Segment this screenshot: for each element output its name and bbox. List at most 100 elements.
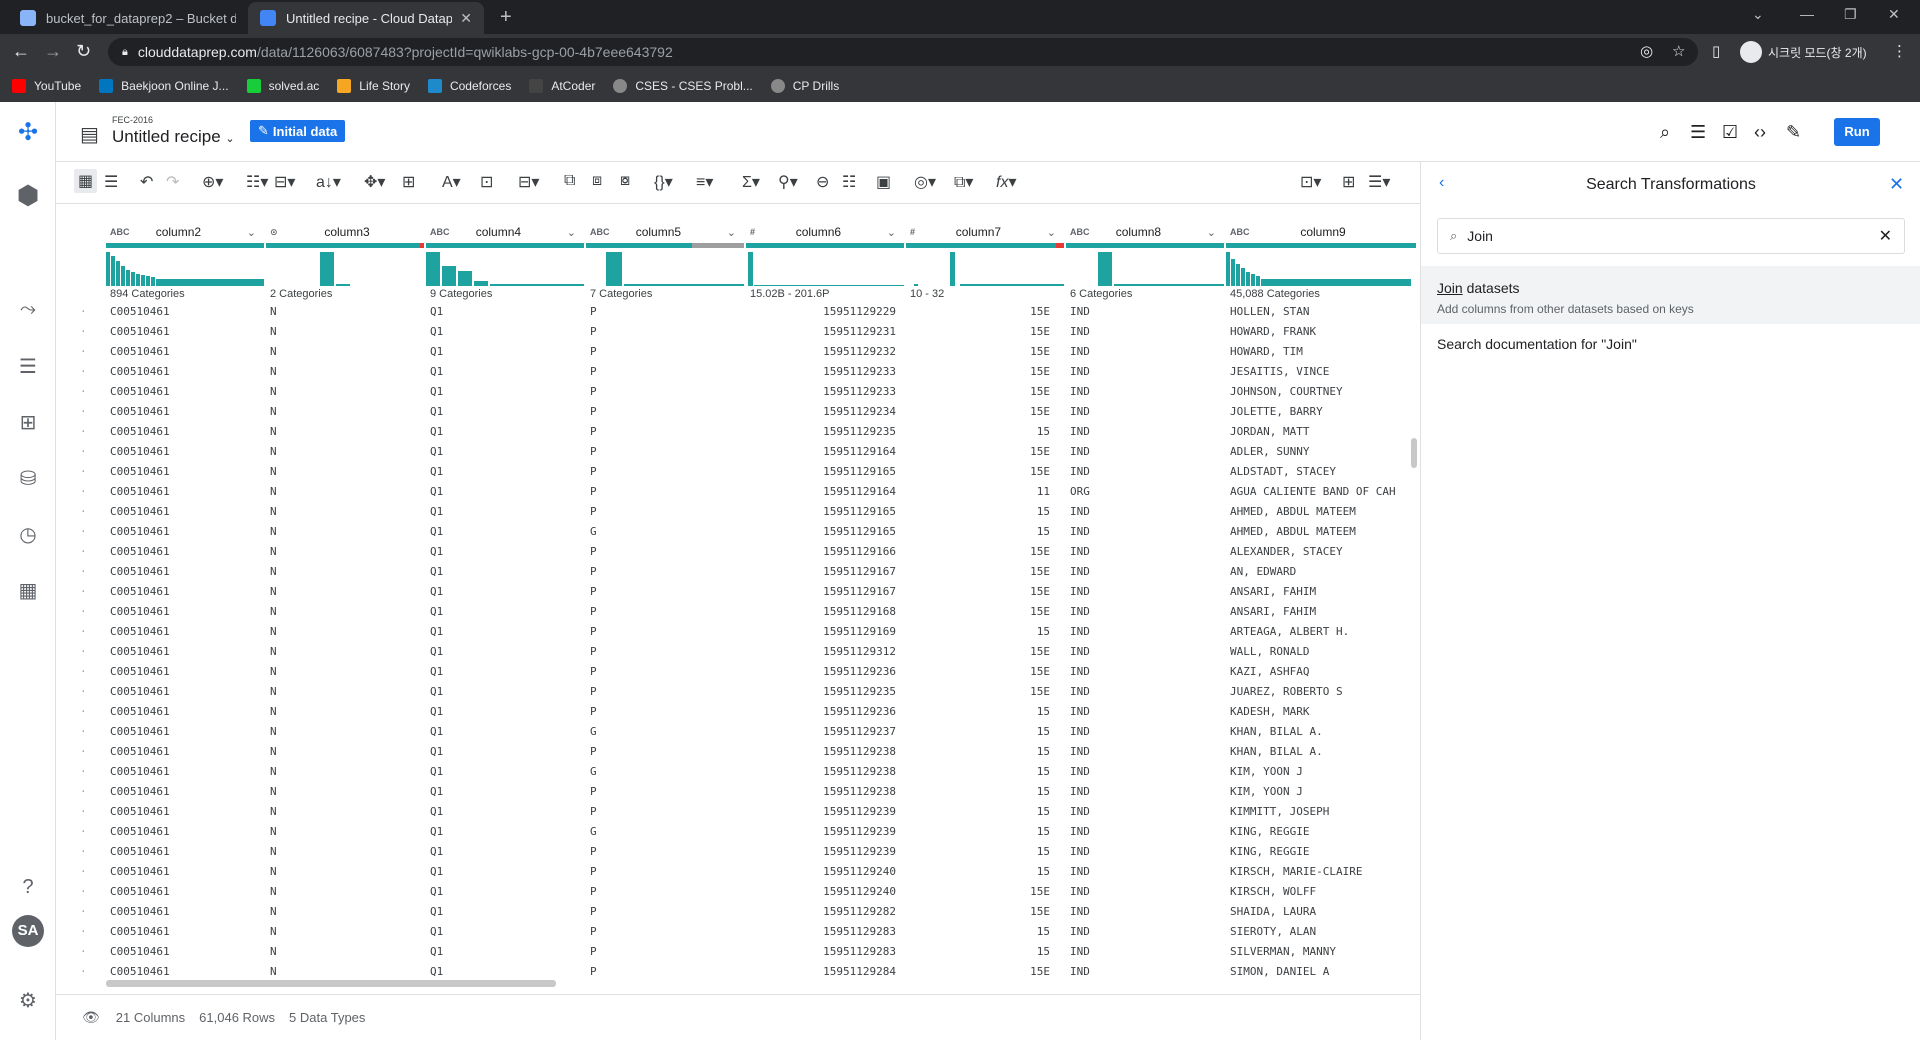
recipe-title[interactable]: Untitled recipe ⌄ [112, 127, 235, 147]
table-cell[interactable]: IND [1070, 305, 1090, 318]
table-cell[interactable]: C00510461 [110, 725, 170, 738]
table-cell[interactable]: P [590, 385, 597, 398]
type-convert-icon[interactable]: ⊕▾ [202, 172, 223, 192]
table-row[interactable]: · C00510461 N Q1 P 15951129282 15E IND SHAIDA, L… [56, 902, 1420, 922]
table-cell[interactable]: P [590, 645, 597, 658]
table-cell[interactable]: N [270, 325, 277, 338]
table-cell[interactable]: JOHNSON, COURTNEY [1230, 385, 1410, 398]
data-quality-bar[interactable] [426, 243, 584, 248]
union-icon[interactable]: ☷ [842, 172, 856, 192]
column-menu-chevron-icon[interactable]: ⌄ [887, 226, 896, 239]
table-cell[interactable]: P [590, 505, 597, 518]
table-cell[interactable]: Q1 [430, 505, 443, 518]
table-cell[interactable]: IND [1070, 805, 1090, 818]
data-quality-bar[interactable] [106, 243, 264, 248]
column-header-column8[interactable]: ABC column8 ⌄ [1066, 222, 1224, 242]
table-row[interactable]: · C00510461 N Q1 P 15951129238 15 IND KIM, YOON … [56, 782, 1420, 802]
table-cell[interactable]: IND [1070, 865, 1090, 878]
table-cell[interactable]: 15E [956, 645, 1050, 658]
recipe-list-icon[interactable]: ☰ [1690, 122, 1706, 143]
table-cell[interactable]: C00510461 [110, 325, 170, 338]
table-cell[interactable]: JOLETTE, BARRY [1230, 405, 1410, 418]
back-icon[interactable]: ← [12, 41, 30, 62]
table-cell[interactable]: Q1 [430, 325, 443, 338]
address-bar[interactable]: 🔒︎ clouddataprep.com/data/1126063/608748… [108, 38, 1698, 66]
table-cell[interactable]: P [590, 425, 597, 438]
data-quality-bar[interactable] [1066, 243, 1224, 248]
table-cell[interactable]: 15E [956, 885, 1050, 898]
bookmark-youtube[interactable]: YouTube [12, 79, 81, 93]
table-cell[interactable]: KADESH, MARK [1230, 705, 1410, 718]
table-cell[interactable]: 15 [956, 825, 1050, 838]
table-cell[interactable]: IND [1070, 765, 1090, 778]
table-cell[interactable]: 15 [956, 865, 1050, 878]
table-cell[interactable]: N [270, 665, 277, 678]
table-cell[interactable]: N [270, 485, 277, 498]
column-details-icon[interactable]: ⊞ [1342, 172, 1355, 192]
table-cell[interactable]: C00510461 [110, 685, 170, 698]
data-quality-bar[interactable] [906, 243, 1064, 248]
table-cell[interactable]: N [270, 645, 277, 658]
table-cell[interactable]: N [270, 545, 277, 558]
table-cell[interactable]: P [590, 345, 597, 358]
table-cell[interactable]: P [590, 685, 597, 698]
table-cell[interactable]: 15951129165 [756, 505, 896, 518]
table-cell[interactable]: Q1 [430, 645, 443, 658]
table-cell[interactable]: 15951129164 [756, 485, 896, 498]
table-cell[interactable]: C00510461 [110, 545, 170, 558]
dataprep-logo-icon[interactable]: ✣ [0, 118, 56, 147]
table-cell[interactable]: ARTEAGA, ALBERT H. [1230, 625, 1410, 638]
data-quality-bar[interactable] [266, 243, 424, 248]
table-cell[interactable]: 15951129167 [756, 565, 896, 578]
table-cell[interactable]: C00510461 [110, 525, 170, 538]
table-cell[interactable]: IND [1070, 545, 1090, 558]
table-cell[interactable]: AN, EDWARD [1230, 565, 1410, 578]
column6-histogram[interactable] [746, 252, 904, 286]
table-cell[interactable]: Q1 [430, 305, 443, 318]
run-button[interactable]: Run [1834, 118, 1880, 146]
table-cell[interactable]: G [590, 825, 597, 838]
table-cell[interactable]: Q1 [430, 585, 443, 598]
table-cell[interactable]: P [590, 605, 597, 618]
table-cell[interactable]: 15951129229 [756, 305, 896, 318]
table-cell[interactable]: ALDSTADT, STACEY [1230, 465, 1410, 478]
table-cell[interactable]: IND [1070, 445, 1090, 458]
table-cell[interactable]: SHAIDA, LAURA [1230, 905, 1410, 918]
table-cell[interactable]: C00510461 [110, 345, 170, 358]
table-cell[interactable]: IND [1070, 505, 1090, 518]
table-cell[interactable]: 15E [956, 385, 1050, 398]
table-cell[interactable]: N [270, 765, 277, 778]
table-cell[interactable]: 15951129234 [756, 405, 896, 418]
table-row[interactable]: · C00510461 N Q1 P 15951129284 15E IND SIMON, DA… [56, 962, 1420, 982]
table-cell[interactable]: IND [1070, 705, 1090, 718]
table-cell[interactable]: P [590, 925, 597, 938]
hierarchy-icon[interactable]: ⚲▾ [778, 172, 798, 192]
table-cell[interactable]: C00510461 [110, 705, 170, 718]
table-cell[interactable]: N [270, 445, 277, 458]
forward-icon[interactable]: → [44, 41, 62, 62]
table-cell[interactable]: IND [1070, 565, 1090, 578]
table-cell[interactable]: SIMON, DANIEL A [1230, 965, 1410, 978]
table-cell[interactable]: C00510461 [110, 485, 170, 498]
table-cell[interactable]: C00510461 [110, 605, 170, 618]
column9-histogram[interactable] [1226, 252, 1416, 286]
table-cell[interactable]: N [270, 405, 277, 418]
grid-view-icon[interactable]: ▦ [74, 169, 98, 193]
table-cell[interactable]: C00510461 [110, 505, 170, 518]
table-cell[interactable]: N [270, 605, 277, 618]
close-tab-icon[interactable]: ✕ [460, 10, 472, 27]
table-cell[interactable]: C00510461 [110, 645, 170, 658]
string-type-icon[interactable]: ABC [110, 227, 150, 237]
table-row[interactable]: · C00510461 N Q1 P 15951129236 15E IND KAZI, ASH… [56, 662, 1420, 682]
table-row[interactable]: · C00510461 N Q1 P 15951129240 15E IND KIRSCH, W… [56, 882, 1420, 902]
table-cell[interactable]: 15E [956, 965, 1050, 978]
unpivot-icon[interactable]: ⧇ [620, 172, 630, 190]
table-cell[interactable]: WALL, RONALD [1230, 645, 1410, 658]
table-cell[interactable]: IND [1070, 725, 1090, 738]
table-cell[interactable]: 15951129169 [756, 625, 896, 638]
reload-icon[interactable]: ↻ [76, 41, 91, 62]
table-cell[interactable]: Q1 [430, 365, 443, 378]
table-cell[interactable]: KING, REGGIE [1230, 845, 1410, 858]
table-cell[interactable]: C00510461 [110, 825, 170, 838]
table-cell[interactable]: N [270, 345, 277, 358]
